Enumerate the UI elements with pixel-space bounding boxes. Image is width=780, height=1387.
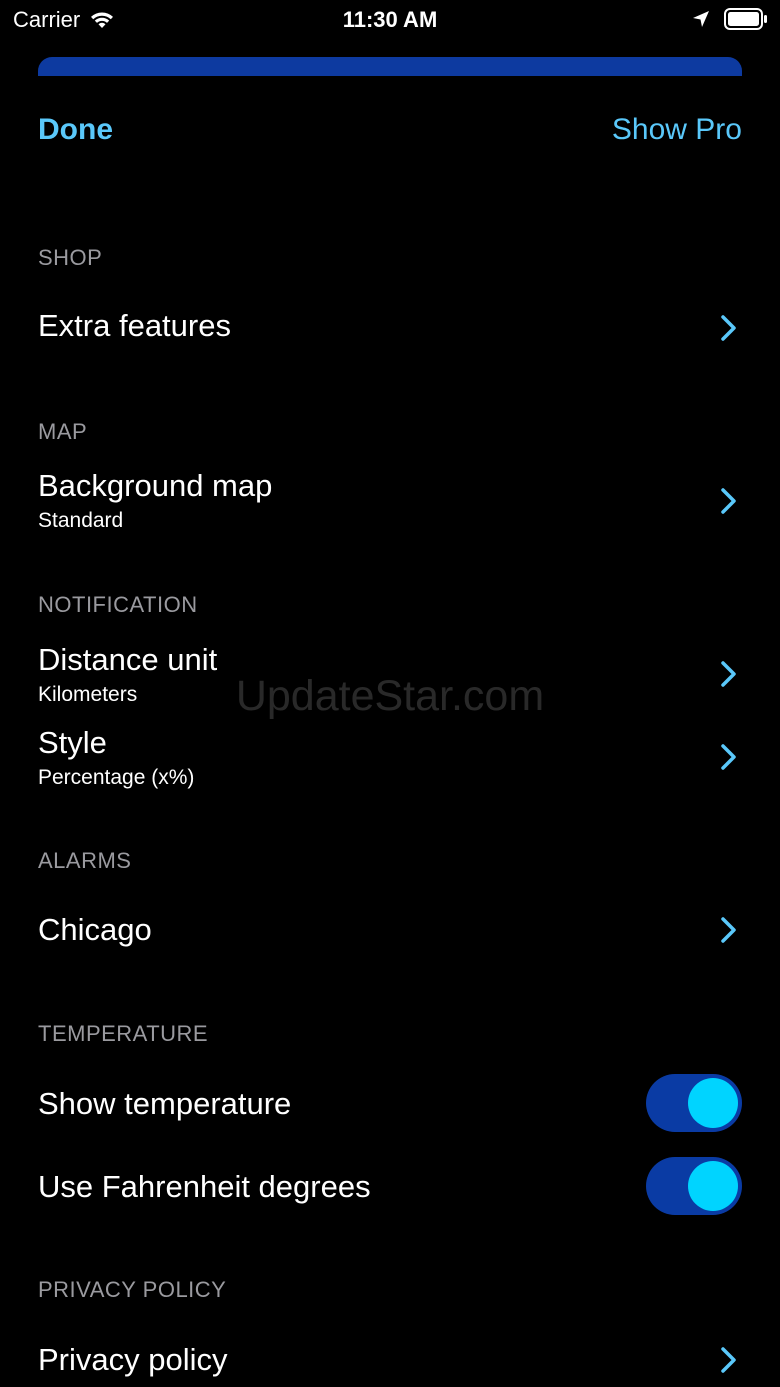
row-title: Use Fahrenheit degrees [38,1169,371,1204]
row-title: Extra features [38,308,231,343]
row-extra-features[interactable]: Extra features [0,296,780,360]
status-time: 11:30 AM [342,7,438,32]
row-value: Standard [38,509,124,532]
show-temperature-toggle[interactable] [646,1074,742,1132]
toggle-knob [688,1161,738,1211]
toggle-knob [688,1078,738,1128]
section-header-shop: SHOP [38,245,103,270]
row-title: Privacy policy [38,1342,228,1377]
chevron-right-icon [721,488,736,514]
battery-icon [724,8,767,30]
row-title: Style [38,725,107,760]
row-title: Background map [38,468,273,503]
chevron-right-icon [721,1347,736,1373]
chevron-right-icon [721,744,736,770]
section-header-privacy: PRIVACY POLICY [38,1277,227,1302]
row-alarm-chicago[interactable]: Chicago [0,898,780,962]
section-header-temperature: TEMPERATURE [38,1021,209,1046]
row-title: Show temperature [38,1086,292,1121]
row-use-fahrenheit: Use Fahrenheit degrees [0,1155,780,1219]
status-right [692,8,768,30]
row-background-map[interactable]: Background map Standard [0,464,780,540]
done-button[interactable]: Done [38,108,113,152]
section-header-notification: NOTIFICATION [38,592,198,617]
show-pro-button[interactable]: Show Pro [612,108,742,152]
sheet-top-edge [38,57,742,76]
row-distance-unit[interactable]: Distance unit Kilometers [0,638,780,714]
nav-bar: Done Show Pro [0,108,780,152]
row-show-temperature: Show temperature [0,1072,780,1136]
location-arrow-icon [693,11,709,27]
row-value: Percentage (x%) [38,766,195,789]
chevron-right-icon [721,315,736,341]
row-title: Chicago [38,912,152,947]
chevron-right-icon [721,661,736,687]
section-header-map: MAP [38,419,88,444]
status-bar: Carrier 11:30 AM [0,0,780,42]
row-title: Distance unit [38,642,218,677]
row-privacy-policy[interactable]: Privacy policy [0,1328,780,1387]
row-style[interactable]: Style Percentage (x%) [0,721,780,797]
row-value: Kilometers [38,683,138,706]
section-header-alarms: ALARMS [38,848,132,873]
use-fahrenheit-toggle[interactable] [646,1157,742,1215]
chevron-right-icon [721,917,736,943]
